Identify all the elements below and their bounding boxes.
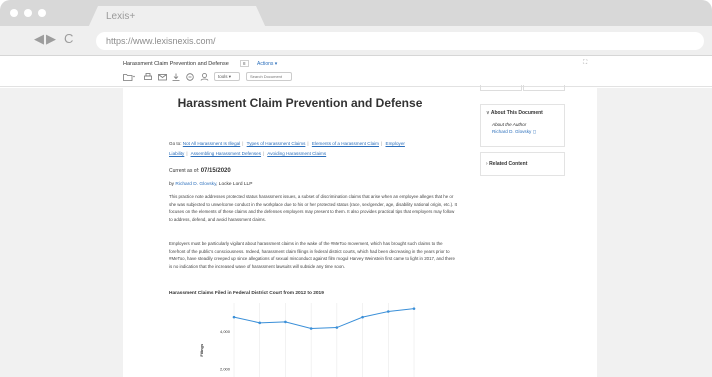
data-point[interactable] [335, 326, 339, 329]
related-content-label: Related Content [489, 161, 528, 167]
data-point[interactable] [284, 320, 287, 324]
current-date: 07/15/2020 [200, 168, 231, 174]
paragraph-metoo: Employers must be particularly vigilant … [169, 241, 455, 270]
goto-nav: Go to: Not All Harassment Is Illegal | Ty… [169, 141, 405, 156]
document-toolbar: Harassment Claim Prevention and Defense … [0, 57, 712, 87]
share-icon[interactable] [200, 73, 209, 84]
rail-tabs [480, 85, 565, 92]
filings-line-chart: 2,000 4,000 Filings [199, 303, 416, 377]
document-page: Harassment Claim Prevention and Defense … [123, 85, 597, 377]
author-link[interactable]: Richard D. Glovsky [175, 182, 216, 187]
about-author-link[interactable]: Richard D. Glovsky ◻ [492, 129, 536, 135]
content-area: Harassment Claim Prevention and Defense … [0, 85, 712, 377]
browser-tab-bar: Lexis+ [0, 0, 712, 28]
actions-menu[interactable]: Actions ▾ [257, 61, 277, 67]
author-firm: , Locke Lord LLP [216, 182, 253, 187]
current-as-of: Current as of: 07/15/2020 [169, 168, 231, 174]
url-input[interactable] [96, 32, 704, 50]
about-document-panel: ∨ About This Document About the Author R… [480, 104, 565, 147]
folder-icon[interactable] [123, 73, 136, 84]
back-icon[interactable]: ◀ [34, 31, 44, 47]
related-content-panel: › Related Content [480, 152, 565, 176]
goto-link[interactable]: Assembling Harassment Defenses [191, 151, 261, 156]
about-author-label: About the Author [492, 122, 527, 127]
external-link-icon: ◻ [532, 129, 537, 134]
download-icon[interactable] [172, 73, 180, 84]
browser-tab[interactable]: Lexis+ [88, 6, 266, 28]
chevron-down-icon: ∨ [486, 110, 490, 116]
window-minimize-dot[interactable] [24, 9, 32, 17]
note-icon[interactable] [186, 73, 194, 84]
byline: by Richard D. Glovsky, Locke Lord LLP [169, 182, 252, 187]
y-axis-label: Filings [199, 343, 204, 357]
goto-link[interactable]: Not All Harassment Is Illegal [183, 141, 240, 146]
paragraph-intro: This practice note addresses protected s… [169, 194, 457, 223]
data-point[interactable] [412, 307, 416, 310]
window-maximize-dot[interactable] [38, 9, 46, 17]
data-point[interactable] [386, 310, 390, 313]
current-label: Current as of: [169, 168, 200, 174]
data-point[interactable] [361, 315, 364, 319]
window-close-dot[interactable] [10, 9, 18, 17]
page-title: Harassment Claim Prevention and Defense [177, 96, 423, 110]
goto-link[interactable]: Types of Harassment Claims [247, 141, 306, 146]
about-document-label: About This Document [490, 110, 543, 116]
related-content-heading[interactable]: › Related Content [486, 161, 527, 167]
chart-title: Harassment Claims Filed in Federal Distr… [169, 291, 324, 296]
browser-url-bar: ◀ ▶ C [0, 26, 712, 56]
y-tick-label: 4,000 [220, 329, 231, 334]
document-count-badge[interactable]: 8 [240, 60, 249, 67]
reload-icon[interactable]: C [64, 31, 73, 46]
tools-dropdown[interactable]: tools ▾ [214, 72, 240, 81]
data-point[interactable] [309, 327, 313, 330]
rail-tab-left[interactable] [480, 85, 522, 91]
forward-icon[interactable]: ▶ [46, 31, 56, 47]
goto-link[interactable]: Elements of a Harassment Claim [312, 141, 379, 146]
about-document-heading[interactable]: ∨ About This Document [486, 110, 543, 116]
toolbar-document-title: Harassment Claim Prevention and Defense [123, 61, 229, 67]
browser-tab-title: Lexis+ [106, 11, 136, 22]
chevron-right-icon: › [486, 161, 488, 167]
about-author-name: Richard D. Glovsky [492, 129, 532, 134]
goto-label: Go to: [169, 141, 182, 146]
data-point[interactable] [258, 321, 262, 325]
by-label: by [169, 182, 175, 187]
y-tick-label: 2,000 [220, 367, 231, 372]
search-document-input[interactable] [246, 72, 292, 81]
print-icon[interactable] [144, 73, 152, 84]
expand-icon[interactable]: ⛶ [583, 60, 587, 67]
goto-link[interactable]: Avoiding Harassment Claims [267, 151, 326, 156]
rail-tab-right[interactable] [523, 85, 565, 91]
email-icon[interactable] [158, 73, 167, 84]
data-point[interactable] [232, 315, 236, 319]
